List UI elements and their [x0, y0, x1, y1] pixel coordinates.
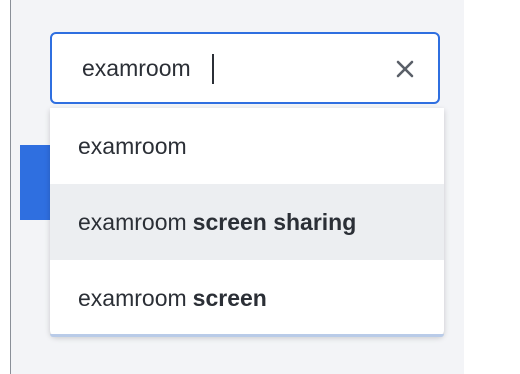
- suggestion-item[interactable]: examroom screen sharing: [50, 184, 444, 260]
- suggestion-base-text: examroom: [78, 284, 187, 311]
- suggestions-dropdown: examroom examroom screen sharing examroo…: [50, 108, 444, 336]
- page: examroom examroom screen sharing examroo…: [0, 0, 520, 374]
- clear-button[interactable]: [392, 56, 418, 82]
- suggestion-item[interactable]: examroom: [50, 108, 444, 184]
- dropdown-bottom-edge: [50, 334, 444, 337]
- search-input[interactable]: [82, 46, 382, 90]
- suggestion-base-text: examroom: [78, 132, 187, 159]
- suggestion-completion-text: screen: [192, 284, 267, 311]
- suggestion-base-text: examroom: [78, 208, 187, 235]
- selected-item-indicator: [20, 145, 52, 220]
- text-caret: [212, 54, 214, 84]
- close-icon: [392, 56, 418, 82]
- suggestion-item[interactable]: examroom screen: [50, 260, 444, 336]
- search-box[interactable]: [50, 32, 440, 104]
- suggestion-completion-text: screen sharing: [192, 208, 357, 235]
